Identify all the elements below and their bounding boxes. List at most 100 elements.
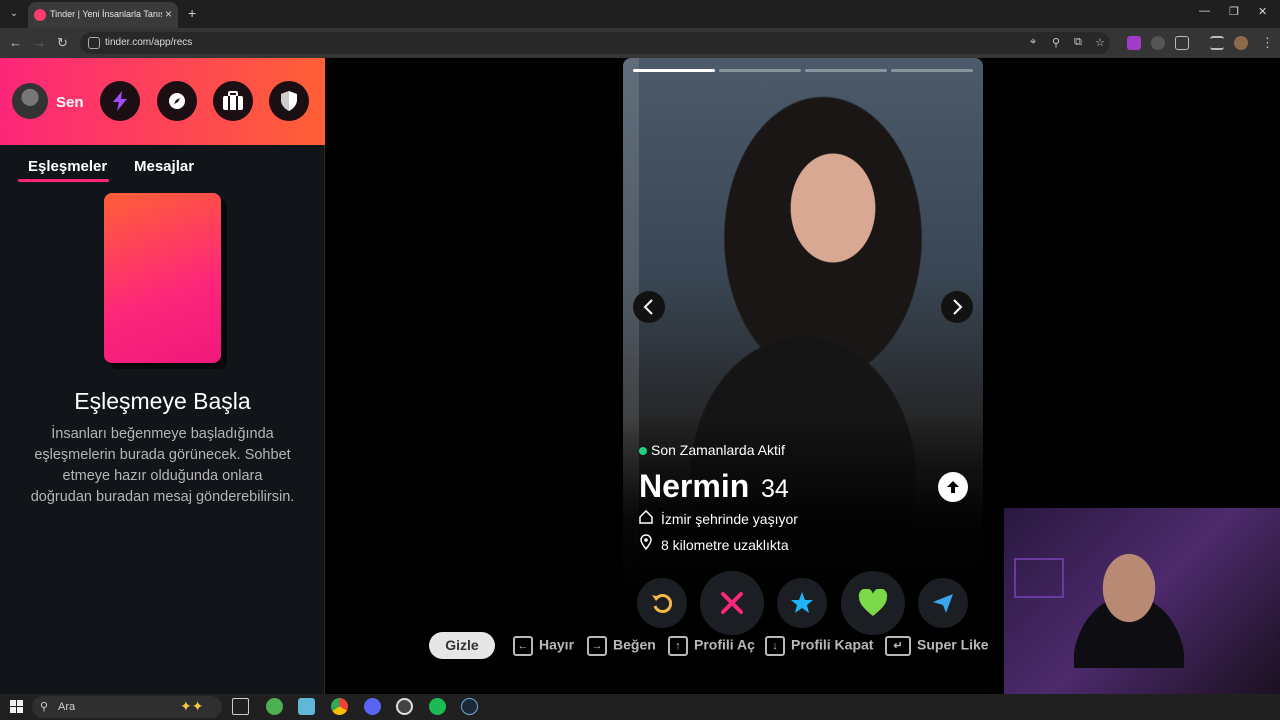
app-wave-icon[interactable] bbox=[298, 698, 315, 715]
tinder-favicon-icon bbox=[34, 9, 46, 21]
shortcut-open-profile-label: Profili Aç bbox=[694, 636, 755, 653]
rewind-icon bbox=[652, 594, 673, 613]
install-icon[interactable]: ⧉ bbox=[1074, 36, 1082, 49]
shortcut-close-profile-label: Profili Kapat bbox=[791, 636, 874, 653]
webcam-background bbox=[1014, 558, 1064, 598]
close-tab-icon[interactable]: × bbox=[165, 7, 172, 21]
chrome-icon[interactable] bbox=[331, 698, 348, 715]
next-photo-button[interactable] bbox=[941, 291, 973, 323]
tab-matches[interactable]: Eşleşmeler bbox=[28, 158, 107, 175]
shortcut-close-profile: ↓ Profili Kapat bbox=[765, 636, 873, 656]
nope-button[interactable] bbox=[700, 571, 764, 635]
profile-card[interactable]: Son Zamanlarda Aktif Nermin 34 İzmir şeh… bbox=[623, 58, 983, 600]
arrow-up-icon bbox=[947, 481, 959, 493]
shortcut-nope: ← Hayır bbox=[513, 636, 574, 656]
sidebar-header: Sen bbox=[0, 58, 325, 145]
browser-tab-bar: ⌄ Tinder | Yeni İnsanlarla Tanış, Bu × +… bbox=[0, 0, 1280, 28]
activity-status: Son Zamanlarda Aktif bbox=[651, 442, 785, 458]
x-icon bbox=[721, 592, 743, 614]
work-button[interactable] bbox=[213, 81, 253, 121]
browser-tab[interactable]: Tinder | Yeni İnsanlarla Tanış, Bu × bbox=[28, 2, 178, 28]
like-button[interactable] bbox=[841, 571, 905, 635]
menu-kebab-icon[interactable]: ⋮ bbox=[1261, 35, 1274, 51]
arrow-left-key-icon: ← bbox=[513, 636, 533, 656]
previous-photo-button[interactable] bbox=[633, 291, 665, 323]
rewind-button[interactable] bbox=[637, 578, 687, 628]
windows-taskbar: ⚲ Ara ✦✦ bbox=[0, 694, 1280, 720]
profile-name: Nermin bbox=[639, 468, 750, 504]
url-text: tinder.com/app/recs bbox=[105, 37, 193, 48]
explore-button[interactable] bbox=[157, 81, 197, 121]
heart-icon bbox=[858, 589, 888, 616]
briefcase-icon bbox=[223, 91, 243, 110]
extension-icon[interactable] bbox=[1127, 36, 1141, 50]
shortcut-like-label: Beğen bbox=[613, 636, 656, 653]
online-status-icon bbox=[639, 447, 647, 455]
back-icon[interactable]: ← bbox=[9, 35, 22, 50]
empty-state-description: İnsanları beğenmeye başladığında eşleşme… bbox=[30, 426, 295, 505]
close-window-icon[interactable]: ✕ bbox=[1258, 5, 1267, 18]
enter-key-icon: ↵ bbox=[885, 636, 911, 656]
site-info-icon[interactable] bbox=[88, 37, 100, 49]
windows-start-icon[interactable] bbox=[10, 700, 23, 713]
super-like-button[interactable] bbox=[777, 578, 827, 628]
shortcut-nope-label: Hayır bbox=[539, 636, 575, 653]
taskbar-search-placeholder: Ara bbox=[58, 701, 76, 713]
steam-icon[interactable] bbox=[461, 698, 478, 715]
spotify-icon[interactable] bbox=[429, 698, 446, 715]
arrow-right-key-icon: → bbox=[587, 636, 607, 656]
profile-age: 34 bbox=[761, 475, 789, 503]
zoom-icon[interactable]: ⚲ bbox=[1052, 36, 1060, 49]
profile-label[interactable]: Sen bbox=[56, 94, 84, 111]
extensions-puzzle-icon[interactable] bbox=[1175, 36, 1189, 50]
app-green-icon[interactable] bbox=[266, 698, 283, 715]
new-tab-icon[interactable]: + bbox=[188, 5, 196, 21]
active-tab-indicator bbox=[18, 179, 109, 182]
tab-messages[interactable]: Mesajlar bbox=[134, 158, 194, 175]
restore-icon[interactable]: ❐ bbox=[1229, 5, 1239, 18]
safety-button[interactable] bbox=[269, 81, 309, 121]
shortcut-super-like: ↵ Super Like bbox=[885, 636, 989, 656]
reading-list-icon[interactable] bbox=[1210, 36, 1224, 50]
avatar[interactable] bbox=[12, 83, 48, 119]
hide-shortcuts-button[interactable]: Gizle bbox=[429, 632, 495, 659]
extension-glasses-icon[interactable] bbox=[1151, 36, 1165, 50]
minimize-icon[interactable]: — bbox=[1199, 5, 1210, 17]
tab-search-icon[interactable]: ⌄ bbox=[6, 6, 22, 22]
open-profile-button[interactable] bbox=[938, 472, 968, 502]
shortcut-like: → Beğen bbox=[587, 636, 656, 656]
lightning-icon bbox=[113, 91, 127, 111]
tab-title: Tinder | Yeni İnsanlarla Tanış, Bu bbox=[50, 9, 162, 19]
boost-button[interactable] bbox=[100, 81, 140, 121]
paper-plane-icon bbox=[933, 594, 953, 613]
shield-icon bbox=[281, 91, 297, 111]
app-clock-icon[interactable] bbox=[396, 698, 413, 715]
webcam-overlay bbox=[1004, 508, 1280, 694]
discord-icon[interactable] bbox=[364, 698, 381, 715]
profile-distance-row: 8 kilometre uzaklıkta bbox=[639, 534, 789, 553]
location-pin-icon bbox=[639, 534, 655, 553]
forward-icon[interactable]: → bbox=[33, 35, 46, 50]
arrow-up-key-icon: ↑ bbox=[668, 636, 688, 656]
photo-progress-segment bbox=[719, 69, 801, 72]
taskbar-search-input[interactable]: ⚲ Ara ✦✦ bbox=[32, 696, 222, 718]
sidebar: Sen Eşleşmeler Mesajlar Eşleşmeye Başla … bbox=[0, 58, 325, 694]
task-view-icon[interactable] bbox=[232, 698, 249, 715]
star-icon bbox=[791, 592, 813, 613]
photo-progress-segment bbox=[633, 69, 715, 72]
location-icon[interactable]: ⌖ bbox=[1030, 36, 1036, 49]
photo-progress-segment bbox=[805, 69, 887, 72]
chevron-right-icon bbox=[953, 299, 963, 315]
chevron-left-icon bbox=[643, 299, 653, 315]
url-input[interactable]: tinder.com/app/recs ⌖ ⚲ ⧉ ☆ bbox=[80, 32, 1110, 54]
empty-state-title: Eşleşmeye Başla bbox=[74, 388, 251, 414]
webcam-person bbox=[1074, 518, 1184, 668]
shortcut-super-like-label: Super Like bbox=[917, 636, 989, 653]
photo-progress-segment bbox=[891, 69, 973, 72]
bookmark-star-icon[interactable]: ☆ bbox=[1095, 36, 1105, 49]
arrow-down-key-icon: ↓ bbox=[765, 636, 785, 656]
reload-icon[interactable]: ↻ bbox=[57, 35, 68, 51]
sparkle-icon: ✦✦ bbox=[180, 698, 204, 714]
profile-avatar-icon[interactable] bbox=[1234, 36, 1248, 50]
boost-send-button[interactable] bbox=[918, 578, 968, 628]
